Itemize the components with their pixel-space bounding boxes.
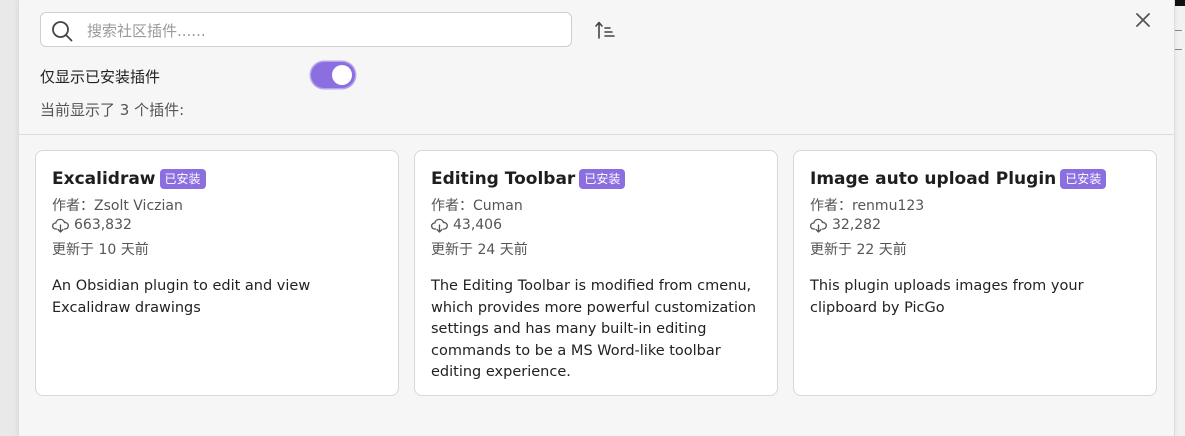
plugin-updated: 更新于 10 天前	[52, 242, 149, 258]
plugin-name: Editing Toolbar	[431, 169, 576, 189]
plugin-name: Image auto upload Plugin	[810, 169, 1057, 189]
plugin-updated: 更新于 22 天前	[810, 242, 907, 258]
download-count: 43,406	[453, 217, 502, 233]
divider	[19, 134, 1174, 135]
toggle-knob	[332, 65, 352, 85]
plugin-downloads: 663,832	[52, 217, 132, 233]
community-plugins-modal: 仅显示已安装插件 当前显示了 3 个插件: Excalidraw 已安装 作者：…	[18, 0, 1175, 436]
download-icon	[52, 218, 69, 233]
plugin-updated: 更新于 24 天前	[431, 242, 528, 258]
plugin-description: This plugin uploads images from your cli…	[810, 278, 1084, 316]
installed-badge: 已安装	[159, 169, 206, 189]
installed-only-toggle[interactable]	[311, 62, 355, 88]
plugin-card[interactable]: Editing Toolbar 已安装 作者：Cuman 43,406 更新于 …	[414, 150, 778, 396]
download-icon	[810, 218, 827, 233]
plugin-card[interactable]: Image auto upload Plugin 已安装 作者：renmu123…	[793, 150, 1157, 396]
plugin-title-row: Image auto upload Plugin 已安装	[810, 169, 1107, 189]
plugin-author: 作者：Cuman	[431, 198, 523, 214]
plugin-author: 作者：Zsolt Viczian	[52, 198, 183, 214]
search-input[interactable]	[85, 13, 559, 48]
search-icon	[52, 21, 73, 42]
plugin-card[interactable]: Excalidraw 已安装 作者：Zsolt Viczian 663,832 …	[35, 150, 399, 396]
close-icon[interactable]	[1133, 10, 1153, 30]
plugin-author: 作者：renmu123	[810, 198, 925, 214]
installed-only-label: 仅显示已安装插件	[40, 68, 161, 86]
count-prefix: 当前显示了	[40, 101, 116, 119]
plugin-description: An Obsidian plugin to edit and view Exca…	[52, 278, 311, 316]
download-count: 32,282	[832, 217, 881, 233]
plugin-name: Excalidraw	[52, 169, 156, 189]
plugin-description: The Editing Toolbar is modified from cme…	[431, 278, 757, 380]
installed-badge: 已安装	[1060, 169, 1107, 189]
plugin-title-row: Editing Toolbar 已安装	[431, 169, 626, 189]
plugin-downloads: 43,406	[431, 217, 502, 233]
plugin-title-row: Excalidraw 已安装	[52, 169, 206, 189]
plugin-downloads: 32,282	[810, 217, 881, 233]
count-number: 3	[119, 101, 130, 119]
download-icon	[431, 218, 448, 233]
installed-badge: 已安装	[579, 169, 626, 189]
download-count: 663,832	[74, 217, 132, 233]
count-suffix: 个插件:	[134, 101, 185, 119]
sort-icon[interactable]	[594, 19, 616, 41]
plugin-count-text: 当前显示了 3 个插件:	[40, 99, 184, 120]
search-box	[40, 12, 572, 48]
